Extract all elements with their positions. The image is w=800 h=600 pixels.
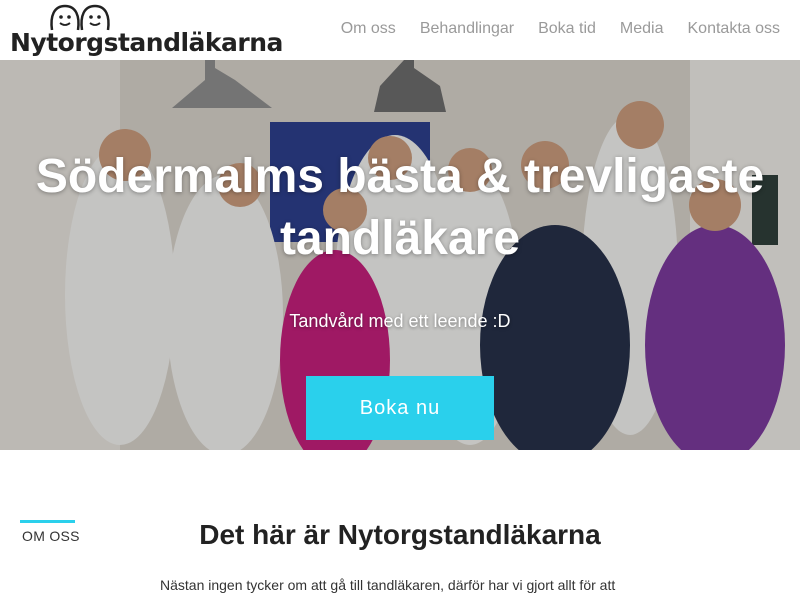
nav-item-behandlingar[interactable]: Behandlingar <box>420 20 514 38</box>
nav-item-kontakta-oss[interactable]: Kontakta oss <box>688 20 781 38</box>
about-title: Det här är Nytorgstandläkarna <box>199 519 601 550</box>
hero-title: Södermalms bästa & trevligaste tandläkar… <box>35 150 765 265</box>
main-nav: Om oss Behandlingar Boka tid Media Konta… <box>341 20 780 38</box>
logo-link[interactable]: Nytorgstandläkarna <box>10 4 283 57</box>
site-header: Nytorgstandläkarna Om oss Behandlingar B… <box>0 0 800 60</box>
hero-subtitle: Tandvård med ett leende :D <box>289 311 511 331</box>
logo-text: Nytorgstandläkarna <box>10 28 283 57</box>
about-text: Nästan ingen tycker om att gå till tandl… <box>160 577 616 593</box>
hero-section: Södermalms bästa & trevligaste tandläkar… <box>0 60 800 450</box>
book-now-button[interactable]: Boka nu <box>306 376 494 440</box>
nav-item-boka-tid[interactable]: Boka tid <box>538 20 596 38</box>
nav-item-media[interactable]: Media <box>620 20 664 38</box>
nav-item-om-oss[interactable]: Om oss <box>341 20 396 38</box>
